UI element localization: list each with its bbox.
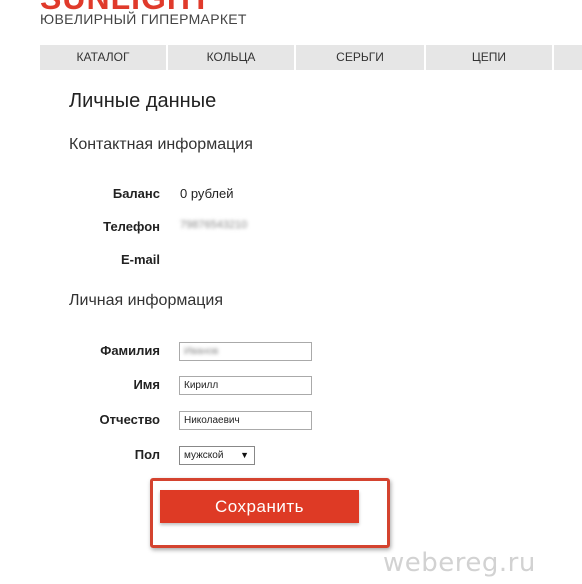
- nav-item-chains[interactable]: ЦЕПИ: [426, 45, 554, 70]
- email-label: E-mail: [120, 252, 160, 267]
- page-title: Личные данные: [69, 90, 217, 112]
- chevron-down-icon: ▼: [240, 450, 249, 460]
- contact-section-heading: Контактная информация: [69, 136, 253, 153]
- nav-item-rings[interactable]: КОЛЬЦА: [168, 45, 296, 70]
- patronymic-label: Отчество: [99, 412, 160, 427]
- nav-item-more[interactable]: [554, 45, 582, 70]
- gender-label: Пол: [134, 447, 160, 462]
- surname-label: Фамилия: [100, 343, 160, 358]
- balance-label: Баланс: [112, 186, 160, 201]
- patronymic-field-value: Николаевич: [184, 415, 240, 426]
- name-field-value: Кирилл: [184, 380, 219, 391]
- phone-label: Телефон: [103, 219, 160, 234]
- save-button[interactable]: Сохранить: [160, 490, 359, 523]
- name-field[interactable]: Кирилл: [179, 376, 312, 395]
- nav-item-catalog[interactable]: КАТАЛОГ: [40, 45, 168, 70]
- brand-tagline: ЮВЕЛИРНЫЙ ГИПЕРМАРКЕТ: [40, 11, 247, 27]
- patronymic-field[interactable]: Николаевич: [179, 411, 312, 430]
- balance-value: 0 рублей: [180, 186, 234, 201]
- nav-item-earrings[interactable]: СЕРЬГИ: [296, 45, 426, 70]
- gender-select[interactable]: мужской ▼: [179, 446, 255, 465]
- surname-field[interactable]: Иванов: [179, 342, 312, 361]
- watermark: webereg.ru: [383, 548, 536, 578]
- personal-section-heading: Личная информация: [69, 292, 224, 309]
- name-label: Имя: [133, 377, 160, 392]
- gender-select-value: мужской: [184, 450, 224, 461]
- surname-field-value: Иванов: [184, 346, 219, 357]
- phone-value: 79876543210: [180, 219, 248, 231]
- main-nav: КАТАЛОГ КОЛЬЦА СЕРЬГИ ЦЕПИ: [40, 45, 582, 70]
